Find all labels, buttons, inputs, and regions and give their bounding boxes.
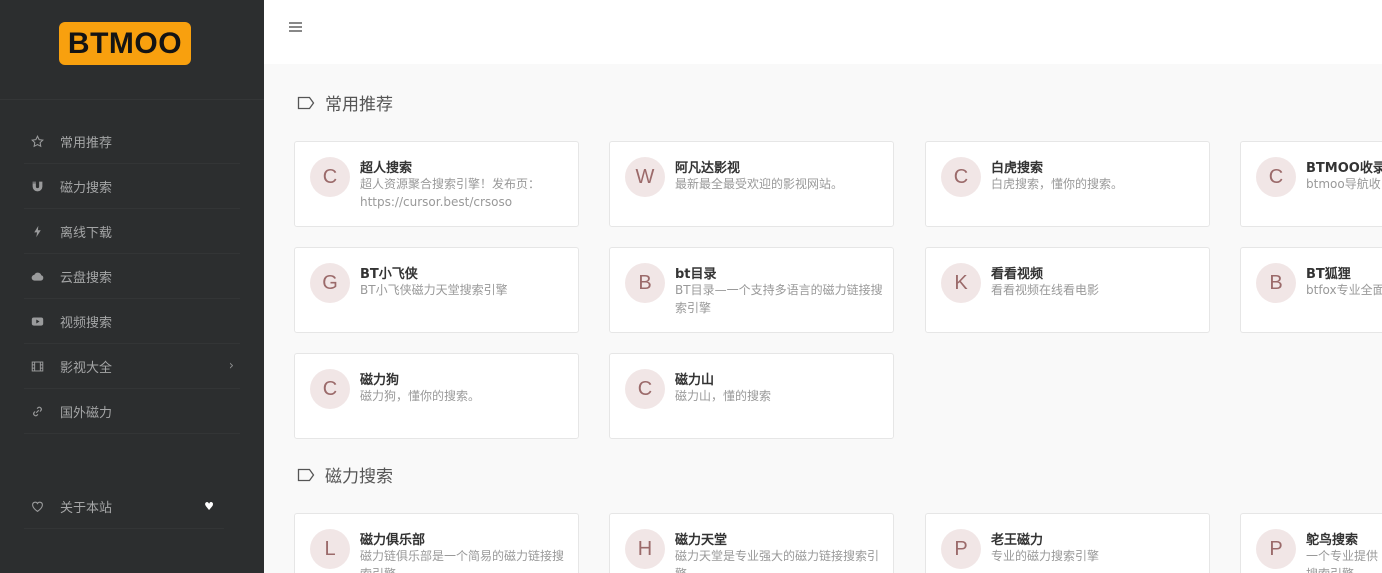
site-avatar: K xyxy=(941,263,981,303)
site-card[interactable]: C 白虎搜索 白虎搜索，懂你的搜索。 xyxy=(925,141,1210,227)
heart-icon xyxy=(30,499,44,513)
sidebar-item-offline-download[interactable]: 离线下载 xyxy=(24,209,240,254)
sidebar-item-label: 常用推荐 xyxy=(60,135,113,151)
star-icon xyxy=(30,134,44,148)
site-card[interactable]: L 磁力俱乐部 磁力链俱乐部是一个简易的磁力链接搜索引擎 xyxy=(294,513,579,573)
site-avatar: H xyxy=(625,529,665,569)
youtube-icon xyxy=(30,314,44,328)
site-card[interactable]: C 磁力山 磁力山，懂的搜索 xyxy=(609,353,894,439)
sidebar-item-movies[interactable]: 影视大全 › xyxy=(24,344,240,389)
site-name: BT狐狸 xyxy=(1306,267,1351,282)
site-avatar: B xyxy=(625,263,665,303)
top-bar xyxy=(264,0,1382,64)
sidebar-item-label: 影视大全 xyxy=(60,360,113,376)
site-description: 专业的磁力搜索引擎 xyxy=(991,549,1100,563)
site-logo[interactable]: BTMOO xyxy=(59,22,191,65)
site-description: 磁力狗，懂你的搜索。 xyxy=(360,389,481,403)
sidebar: BTMOO 常用推荐 磁力搜索 离线下载 云盘搜索 视频搜索 影视大全 › 国外… xyxy=(0,0,264,573)
sidebar-item-about[interactable]: 关于本站 ♥ xyxy=(24,484,224,529)
hamburger-icon[interactable] xyxy=(289,19,304,34)
sidebar-item-label: 视频搜索 xyxy=(60,315,113,331)
site-avatar: L xyxy=(310,529,350,569)
site-description: 白虎搜索，懂你的搜索。 xyxy=(991,177,1124,191)
site-name: BT小飞侠 xyxy=(360,267,418,282)
sidebar-item-video-search[interactable]: 视频搜索 xyxy=(24,299,240,344)
site-description: 看看视频在线看电影 xyxy=(991,283,1100,297)
site-card[interactable]: W 阿凡达影视 最新最全最受欢迎的影视网站。 xyxy=(609,141,894,227)
sidebar-item-label: 离线下载 xyxy=(60,225,113,241)
site-name: 磁力俱乐部 xyxy=(360,533,426,548)
film-icon xyxy=(30,359,44,373)
heart-filled-icon: ♥ xyxy=(204,499,214,513)
site-description: 超人资源聚合搜索引擎！发布页：https://cursor.best/crsos… xyxy=(360,177,541,209)
site-avatar: C xyxy=(310,157,350,197)
section-title-text: 常用推荐 xyxy=(325,95,393,115)
site-avatar: B xyxy=(1256,263,1296,303)
cloud-icon xyxy=(30,269,44,283)
sidebar-item-label: 国外磁力 xyxy=(60,405,113,421)
sidebar-item-label: 云盘搜索 xyxy=(60,270,113,286)
sidebar-item-label: 关于本站 xyxy=(60,500,113,516)
site-description: 一个专业提供搜索引擎 xyxy=(1306,549,1379,573)
site-name: bt目录 xyxy=(675,267,717,282)
site-card[interactable]: K 看看视频 看看视频在线看电影 xyxy=(925,247,1210,333)
site-avatar: C xyxy=(1256,157,1296,197)
sidebar-item-label: 磁力搜索 xyxy=(60,180,113,196)
site-name: 超人搜索 xyxy=(360,161,413,176)
site-description: 最新最全最受欢迎的影视网站。 xyxy=(675,177,844,191)
site-card[interactable]: P 老王磁力 专业的磁力搜索引擎 xyxy=(925,513,1210,573)
site-name: 阿凡达影视 xyxy=(675,161,741,176)
logo-area: BTMOO xyxy=(0,0,264,100)
site-card[interactable]: C 磁力狗 磁力狗，懂你的搜索。 xyxy=(294,353,579,439)
site-card[interactable]: P 鸵鸟搜索 一个专业提供搜索引擎 xyxy=(1240,513,1382,573)
section-title-text: 磁力搜索 xyxy=(325,467,393,487)
site-card[interactable]: G BT小飞侠 BT小飞侠磁力天堂搜索引擎 xyxy=(294,247,579,333)
site-avatar: C xyxy=(310,369,350,409)
site-description: 磁力天堂是专业强大的磁力链接搜索引擎 xyxy=(675,549,880,573)
site-card[interactable]: C BTMOO收录 btmoo导航收 xyxy=(1240,141,1382,227)
site-avatar: C xyxy=(941,157,981,197)
magnet-icon xyxy=(30,179,44,193)
site-name: 看看视频 xyxy=(991,267,1044,282)
site-name: 磁力狗 xyxy=(360,373,400,388)
site-avatar: P xyxy=(1256,529,1296,569)
tag-icon xyxy=(297,468,315,481)
chevron-right-icon: › xyxy=(228,358,234,374)
section-title-recommend: 常用推荐 xyxy=(297,90,393,115)
site-card[interactable]: B bt目录 BT目录—一个支持多语言的磁力链接搜索引擎 xyxy=(609,247,894,333)
site-avatar: C xyxy=(625,369,665,409)
site-card[interactable]: C 超人搜索 超人资源聚合搜索引擎！发布页：https://cursor.bes… xyxy=(294,141,579,227)
link-icon xyxy=(30,404,44,418)
sidebar-item-recommend[interactable]: 常用推荐 xyxy=(24,119,240,164)
site-description: 磁力链俱乐部是一个简易的磁力链接搜索引擎 xyxy=(360,549,565,573)
tag-icon xyxy=(297,96,315,109)
site-name: 磁力天堂 xyxy=(675,533,728,548)
bolt-icon xyxy=(30,224,44,238)
site-avatar: P xyxy=(941,529,981,569)
site-name: 老王磁力 xyxy=(991,533,1044,548)
site-description: btfox专业全面 xyxy=(1306,283,1382,297)
site-avatar: W xyxy=(625,157,665,197)
site-description: 磁力山，懂的搜索 xyxy=(675,389,772,403)
site-card[interactable]: H 磁力天堂 磁力天堂是专业强大的磁力链接搜索引擎 xyxy=(609,513,894,573)
site-name: 鸵鸟搜索 xyxy=(1306,533,1359,548)
sidebar-item-cloud-search[interactable]: 云盘搜索 xyxy=(24,254,240,299)
site-name: BTMOO收录 xyxy=(1306,161,1382,176)
sidebar-nav: 常用推荐 磁力搜索 离线下载 云盘搜索 视频搜索 影视大全 › 国外磁力 xyxy=(0,119,264,434)
site-description: BT目录—一个支持多语言的磁力链接搜索引擎 xyxy=(675,283,883,315)
site-description: btmoo导航收 xyxy=(1306,177,1381,191)
site-name: 白虎搜索 xyxy=(991,161,1044,176)
section-title-magnet: 磁力搜索 xyxy=(297,462,393,487)
site-avatar: G xyxy=(310,263,350,303)
site-card[interactable]: B BT狐狸 btfox专业全面 xyxy=(1240,247,1382,333)
sidebar-item-foreign-magnet[interactable]: 国外磁力 xyxy=(24,389,240,434)
sidebar-item-magnet[interactable]: 磁力搜索 xyxy=(24,164,240,209)
site-name: 磁力山 xyxy=(675,373,715,388)
site-description: BT小飞侠磁力天堂搜索引擎 xyxy=(360,283,508,297)
